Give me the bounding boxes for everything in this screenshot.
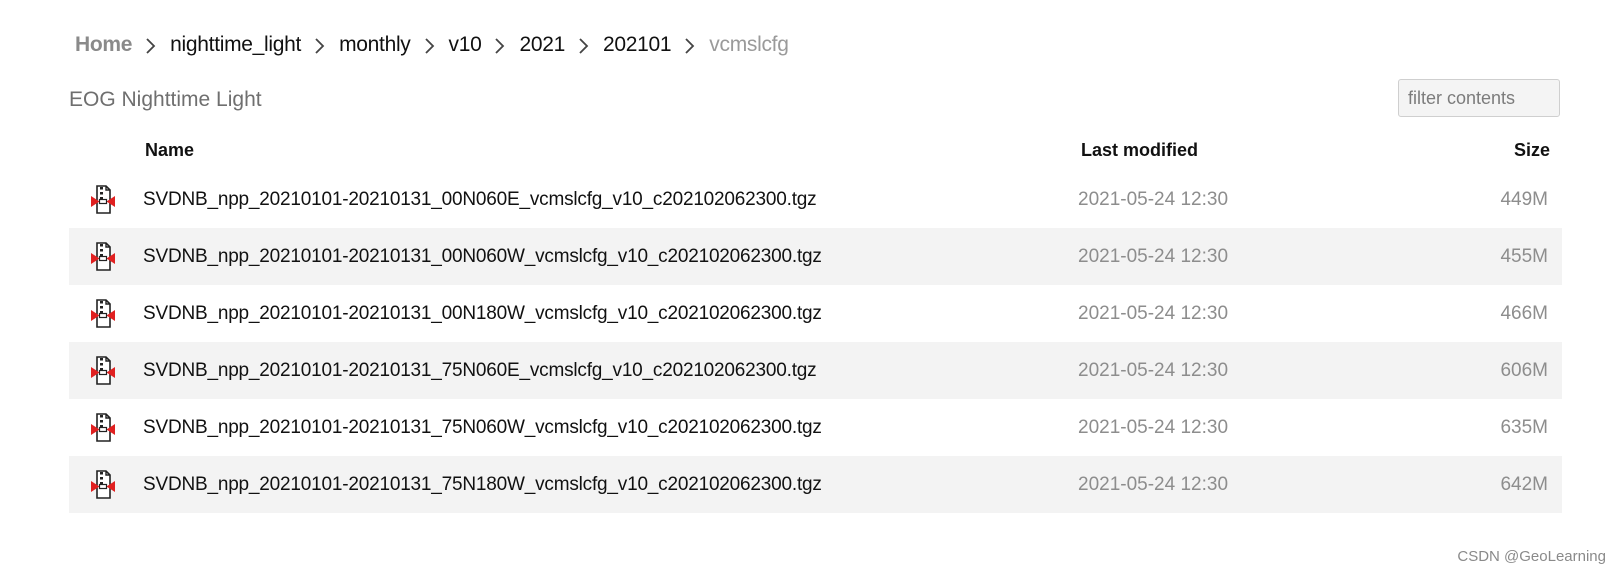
header-name[interactable]: Name <box>143 140 1080 161</box>
watermark: CSDN @GeoLearning <box>1457 548 1606 565</box>
chevron-right-icon <box>132 30 170 60</box>
chevron-right-icon <box>565 30 603 60</box>
chevron-right-icon <box>481 30 519 60</box>
chevron-right-icon <box>301 30 339 60</box>
table-row[interactable]: SVDNB_npp_20210101-20210131_75N060E_vcms… <box>69 342 1562 399</box>
filter-input[interactable] <box>1398 79 1560 117</box>
table-row[interactable]: SVDNB_npp_20210101-20210131_75N180W_vcms… <box>69 456 1562 513</box>
breadcrumb-current: vcmslcfg <box>709 33 789 56</box>
table-header: Name Last modified Size <box>69 129 1562 171</box>
file-size: 466M <box>1500 302 1548 324</box>
archive-file-icon <box>69 412 143 444</box>
file-size: 642M <box>1500 473 1548 495</box>
file-last-modified: 2021-05-24 12:30 <box>1078 245 1229 267</box>
file-last-modified: 2021-05-24 12:30 <box>1078 473 1229 495</box>
file-name-link[interactable]: SVDNB_npp_20210101-20210131_00N060W_vcms… <box>143 246 1078 268</box>
archive-file-icon <box>69 469 143 501</box>
file-size: 455M <box>1500 245 1548 267</box>
archive-file-icon <box>69 184 143 216</box>
file-size: 449M <box>1500 188 1548 210</box>
file-name-link[interactable]: SVDNB_npp_20210101-20210131_00N060E_vcms… <box>143 189 1078 211</box>
chevron-right-icon <box>671 30 709 60</box>
header-size[interactable]: Size <box>1381 140 1562 161</box>
file-name-link[interactable]: SVDNB_npp_20210101-20210131_75N180W_vcms… <box>143 474 1078 496</box>
breadcrumb: Home nighttime_light monthly v10 2021 20… <box>75 30 789 60</box>
file-last-modified: 2021-05-24 12:30 <box>1078 188 1229 210</box>
file-size: 606M <box>1500 359 1548 381</box>
file-name-link[interactable]: SVDNB_npp_20210101-20210131_75N060E_vcms… <box>143 360 1078 382</box>
breadcrumb-v10[interactable]: v10 <box>449 33 482 57</box>
file-name-link[interactable]: SVDNB_npp_20210101-20210131_75N060W_vcms… <box>143 417 1078 439</box>
breadcrumb-monthly[interactable]: monthly <box>339 33 411 57</box>
chevron-right-icon <box>411 30 449 60</box>
table-row[interactable]: SVDNB_npp_20210101-20210131_00N060W_vcms… <box>69 228 1562 285</box>
breadcrumb-home[interactable]: Home <box>75 33 132 57</box>
header-last-modified[interactable]: Last modified <box>1080 140 1381 161</box>
file-size: 635M <box>1500 416 1548 438</box>
breadcrumb-nighttime-light[interactable]: nighttime_light <box>170 33 301 57</box>
table-body: SVDNB_npp_20210101-20210131_00N060E_vcms… <box>69 171 1562 513</box>
breadcrumb-202101[interactable]: 202101 <box>603 33 672 57</box>
table-row[interactable]: SVDNB_npp_20210101-20210131_00N060E_vcms… <box>69 171 1562 228</box>
breadcrumb-2021[interactable]: 2021 <box>519 33 565 57</box>
file-name-link[interactable]: SVDNB_npp_20210101-20210131_00N180W_vcms… <box>143 303 1078 325</box>
file-last-modified: 2021-05-24 12:30 <box>1078 359 1229 381</box>
table-row[interactable]: SVDNB_npp_20210101-20210131_00N180W_vcms… <box>69 285 1562 342</box>
file-last-modified: 2021-05-24 12:30 <box>1078 416 1229 438</box>
archive-file-icon <box>69 355 143 387</box>
table-row[interactable]: SVDNB_npp_20210101-20210131_75N060W_vcms… <box>69 399 1562 456</box>
archive-file-icon <box>69 241 143 273</box>
file-table: Name Last modified Size SVDNB_npp_202101… <box>69 129 1562 513</box>
archive-file-icon <box>69 298 143 330</box>
file-last-modified: 2021-05-24 12:30 <box>1078 302 1229 324</box>
page-title: EOG Nighttime Light <box>69 88 262 111</box>
